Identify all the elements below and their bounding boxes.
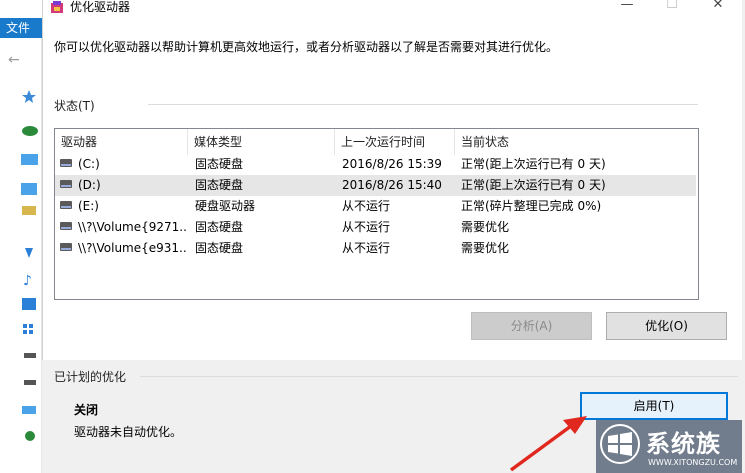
network-icon	[21, 183, 37, 195]
drive-media: 固态硬盘	[195, 220, 244, 234]
drive-name: (C:)	[78, 157, 100, 171]
drive-row[interactable]: (E:) 硬盘驱动器 从不运行 正常(碎片整理已完成 0%)	[55, 196, 696, 217]
enable-button[interactable]: 启用(T)	[580, 392, 728, 420]
column-header-drive[interactable]: 驱动器	[55, 129, 188, 155]
drive-status: 正常(碎片整理已完成 0%)	[461, 199, 602, 213]
scheduled-state: 关闭	[74, 403, 99, 417]
this-pc-icon	[21, 154, 38, 165]
drive-last-run: 从不运行	[342, 199, 391, 213]
annotation-arrow-icon	[509, 416, 587, 472]
drive-icon	[60, 243, 72, 251]
svg-text:♪: ♪	[23, 273, 32, 289]
music-icon: ♪	[23, 273, 32, 289]
drive-row[interactable]: (C:) 固态硬盘 2016/8/26 15:39 正常(距上次运行已有 0 天…	[55, 154, 696, 175]
status-divider	[148, 104, 698, 105]
drive-last-run: 从不运行	[342, 241, 391, 255]
homegroup-icon	[25, 431, 35, 441]
drive-icon	[24, 353, 36, 358]
drive-icon	[60, 201, 72, 209]
column-header-status[interactable]: 当前状态	[455, 129, 696, 155]
back-arrow-icon[interactable]: ←	[8, 52, 20, 68]
drive-status: 需要优化	[461, 241, 510, 255]
drive-row-selected[interactable]: (D:) 固态硬盘 2016/8/26 15:40 正常(距上次运行已有 0 天…	[55, 175, 696, 196]
drive-row[interactable]: \\?\Volume{9271... 固态硬盘 从不运行 需要优化	[55, 217, 696, 238]
scheduled-divider	[140, 376, 738, 377]
drive-icon	[60, 159, 72, 167]
desktop-icon	[22, 298, 36, 310]
status-section-label: 状态(T)	[54, 99, 95, 113]
drive-media: 固态硬盘	[195, 157, 244, 171]
analyze-button[interactable]: 分析(A)	[471, 312, 592, 340]
drive-last-run: 2016/8/26 15:39	[342, 157, 442, 171]
ribbon-file-tab[interactable]: 文件	[0, 18, 42, 38]
watermark-text: 系统族	[646, 430, 721, 458]
column-header-media-type[interactable]: 媒体类型	[188, 129, 335, 155]
drive-last-run: 从不运行	[342, 220, 391, 234]
drive-row[interactable]: \\?\Volume{e931... 固态硬盘 从不运行 需要优化	[55, 238, 696, 259]
onedrive-icon	[22, 126, 38, 136]
minimize-button[interactable]: —	[605, 0, 649, 14]
drive-media: 固态硬盘	[195, 178, 244, 192]
drive-name: \\?\Volume{e931...	[78, 241, 186, 255]
windows-logo-icon	[600, 424, 640, 464]
drive-name: (E:)	[78, 199, 99, 213]
dialog-title: 优化驱动器	[70, 0, 131, 14]
drive-icon	[60, 222, 72, 230]
drive-icon	[60, 180, 72, 188]
drives-list[interactable]: 驱动器 媒体类型 上一次运行时间 当前状态 (C:) 固态硬盘 2016/8/2…	[54, 128, 699, 300]
watermark-url: WWW.XITONGZU.COM	[648, 458, 738, 467]
drive-last-run: 2016/8/26 15:40	[342, 178, 442, 192]
optimize-button[interactable]: 优化(O)	[606, 312, 727, 340]
downloads-icon	[25, 248, 33, 258]
explorer-nav-icons: ♪	[21, 90, 38, 441]
drive-media: 固态硬盘	[195, 241, 244, 255]
network-share-icon	[22, 406, 36, 414]
defrag-app-icon	[51, 1, 63, 13]
drive-status: 正常(距上次运行已有 0 天)	[461, 157, 606, 171]
drive-name: (D:)	[78, 178, 101, 192]
column-header-last-run[interactable]: 上一次运行时间	[335, 129, 455, 155]
drive-status: 正常(距上次运行已有 0 天)	[461, 178, 606, 192]
folder-icon	[22, 206, 36, 215]
scheduled-section-label: 已计划的优化	[54, 370, 127, 384]
drive-icon-2	[24, 380, 36, 385]
drive-status: 需要优化	[461, 220, 510, 234]
apps-icon	[23, 324, 33, 334]
close-button[interactable]: ✕	[696, 0, 740, 14]
quick-access-icon	[22, 90, 36, 103]
maximize-button[interactable]: ☐	[650, 0, 694, 14]
drive-name: \\?\Volume{9271...	[78, 220, 186, 234]
dialog-description: 你可以优化驱动器以帮助计算机更高效地运行，或者分析驱动器以了解是否需要对其进行优…	[54, 40, 559, 54]
scheduled-description: 驱动器未自动优化。	[74, 425, 183, 439]
drive-media: 硬盘驱动器	[195, 199, 256, 213]
